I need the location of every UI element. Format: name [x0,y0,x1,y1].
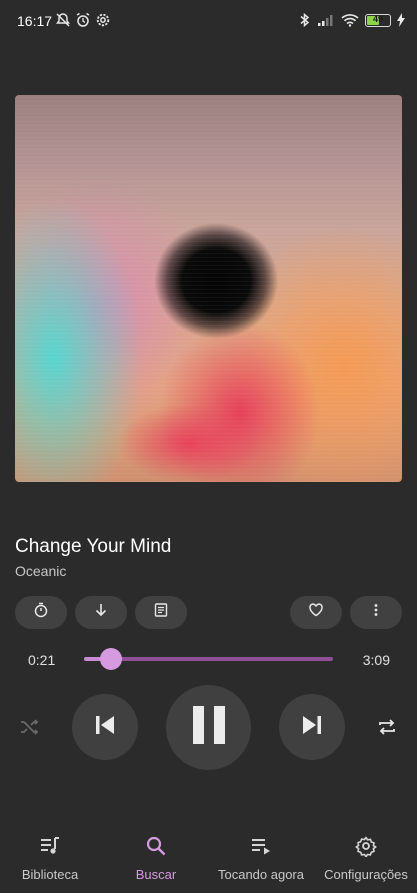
nav-item-search[interactable]: Buscar [116,835,196,882]
nav-item-library[interactable]: Biblioteca [4,835,96,882]
pause-icon [191,705,227,750]
track-artist[interactable]: Oceanic [15,563,66,579]
previous-icon [92,712,118,743]
status-bar: 16:17 49 [0,0,417,44]
favorite-icon [308,602,324,623]
nav-item-settings[interactable]: Configurações [316,835,416,882]
settings-icon [95,12,111,28]
favorite-button[interactable] [290,596,342,629]
lyrics-icon [153,602,169,623]
nav-label-search: Buscar [135,867,177,882]
now-playing-icon [250,835,272,862]
download-icon [93,602,109,623]
next-button[interactable] [279,694,345,760]
more-icon [368,602,384,623]
gear-icon [355,835,377,862]
nav-label-settings: Configurações [324,867,408,882]
status-icons-right: 49 [299,12,405,28]
repeat-icon [376,716,398,743]
charging-icon [397,13,405,27]
library-icon [39,835,61,862]
status-time: 16:17 [17,13,53,29]
bluetooth-icon [299,12,311,28]
status-icons-left [55,12,111,28]
signal-icon [317,13,335,27]
wifi-icon [341,13,359,27]
track-title: Change Your Mind [15,536,172,557]
more-options-button[interactable] [350,596,402,629]
next-icon [299,712,325,743]
shuffle-button[interactable] [16,716,42,742]
lyrics-button[interactable] [135,596,187,629]
pause-button[interactable] [166,685,251,770]
nav-label-now-playing: Tocando agora [217,867,304,882]
total-time: 3:09 [362,652,390,668]
alarm-icon [75,12,91,28]
battery-level: 49 [372,13,383,24]
elapsed-time: 0:21 [28,652,56,668]
search-icon [145,835,167,862]
nav-item-now-playing[interactable]: Tocando agora [210,835,312,882]
previous-button[interactable] [72,694,138,760]
battery-icon: 49 [365,13,391,27]
bottom-navigation: Biblioteca Buscar Tocando agora Configur… [0,825,417,893]
album-artwork [15,95,402,482]
repeat-button[interactable] [374,716,400,742]
sleep-timer-button[interactable] [15,596,67,629]
shuffle-icon [18,716,40,743]
seek-thumb[interactable] [100,648,123,670]
now-playing-screen: 16:17 49 Change Your Mind Oceanic 0:21 3… [0,0,417,893]
mute-notifications-icon [55,12,71,28]
download-button[interactable] [75,596,127,629]
sleep-timer-icon [33,602,49,623]
nav-label-library: Biblioteca [21,867,79,882]
artwork-texture [15,95,402,482]
